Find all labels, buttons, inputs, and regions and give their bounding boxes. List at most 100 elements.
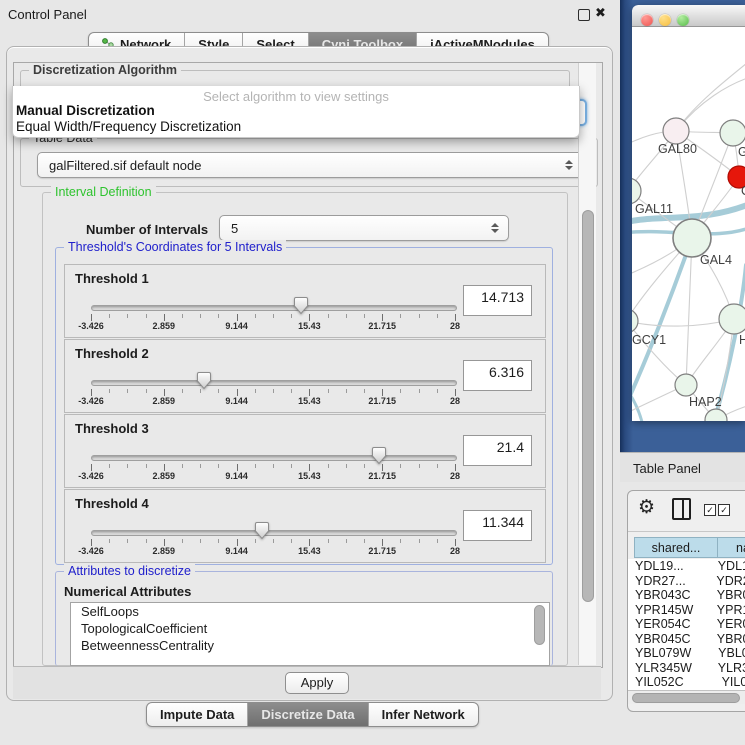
network-node-h[interactable] xyxy=(719,304,745,334)
attributes-list[interactable]: SelfLoopsTopologicalCoefficientBetweenne… xyxy=(70,602,550,666)
tick-mark xyxy=(164,389,165,396)
column-header-shared[interactable]: shared... xyxy=(634,537,718,558)
interval-group-title: Interval Definition xyxy=(51,185,156,199)
num-intervals-value: 5 xyxy=(220,221,490,236)
attribute-item-topologicalcoefficient[interactable]: TopologicalCoefficient xyxy=(71,620,549,637)
tick-mark xyxy=(164,314,165,321)
tick-mark xyxy=(291,464,292,468)
slider-thumb[interactable] xyxy=(371,446,387,465)
tick-label: -3.426 xyxy=(68,471,114,481)
threshold-value-field[interactable]: 11.344 xyxy=(463,510,532,541)
close-icon[interactable]: ✖ xyxy=(595,5,606,21)
tab-impute-data[interactable]: Impute Data xyxy=(147,703,248,726)
table-row[interactable]: YBR043CYBR0 xyxy=(628,588,745,603)
tick-mark xyxy=(437,464,438,468)
tick-mark xyxy=(382,464,383,471)
float-window-icon[interactable] xyxy=(578,9,590,21)
network-node-ga[interactable] xyxy=(720,120,745,146)
network-node-gal80[interactable] xyxy=(663,118,689,144)
tick-mark xyxy=(273,314,274,318)
slider-track[interactable] xyxy=(91,455,457,461)
cell-name: YDR2 xyxy=(712,574,745,589)
slider-track[interactable] xyxy=(91,530,457,536)
interval-groupbox: Interval Definition Number of Intervals … xyxy=(42,192,568,666)
apply-button[interactable]: Apply xyxy=(285,672,349,694)
checkbox-icon-1[interactable]: ✓ xyxy=(704,504,716,516)
network-node-gal4[interactable] xyxy=(673,219,711,257)
network-node-gcy1[interactable] xyxy=(632,309,638,333)
tick-mark xyxy=(291,539,292,543)
slider-thumb[interactable] xyxy=(196,371,212,390)
columns-icon[interactable] xyxy=(672,498,691,520)
attributes-scrollbar[interactable] xyxy=(534,605,545,645)
tick-mark xyxy=(364,539,365,543)
slider-thumb[interactable] xyxy=(254,521,270,540)
algorithm-option-manual-discretization[interactable]: Manual Discretization xyxy=(16,103,155,118)
tick-mark xyxy=(291,314,292,318)
table-data-combo[interactable]: galFiltered.sif default node xyxy=(37,152,583,178)
numerical-attributes-label: Numerical Attributes xyxy=(64,584,191,599)
mac-minimize-icon[interactable] xyxy=(659,14,671,26)
tick-mark xyxy=(200,314,201,318)
cell-name: YER0 xyxy=(713,617,745,632)
tick-mark xyxy=(182,389,183,393)
tick-mark xyxy=(455,314,456,321)
threshold-label: Threshold 2 xyxy=(75,346,149,361)
node-label-gal80: GAL80 xyxy=(658,142,697,156)
table-panel-strip: Table Panel xyxy=(620,452,745,482)
attribute-item-selfloops[interactable]: SelfLoops xyxy=(71,603,549,620)
column-header-name[interactable]: na xyxy=(717,537,745,558)
tick-mark xyxy=(109,314,110,318)
tick-label: 9.144 xyxy=(214,546,260,556)
mac-close-icon[interactable] xyxy=(641,14,653,26)
thresholds-groupbox: Threshold's Coordinates for 5 Intervals … xyxy=(55,247,553,565)
cell-shared-name: YLR345W xyxy=(628,661,714,676)
table-row[interactable]: YLR345WYLR3 xyxy=(628,661,745,676)
table-hscrollbar-thumb[interactable] xyxy=(632,693,740,703)
table-row[interactable]: YDL19...YDL1 xyxy=(628,559,745,574)
tick-label: 9.144 xyxy=(214,321,260,331)
tick-mark xyxy=(382,539,383,546)
algorithm-dropdown-popup: Select algorithm to view settingsManual … xyxy=(12,86,580,138)
cell-name: YBR0 xyxy=(713,588,745,603)
table-panel-title: Table Panel xyxy=(633,461,701,476)
network-canvas[interactable]: GAL80GACGAL11GAL4GCY1HHAP2 xyxy=(632,27,745,421)
num-intervals-spinner[interactable]: 5 xyxy=(219,215,509,241)
node-label-gal11: GAL11 xyxy=(635,202,673,216)
algorithm-option-equal-width-frequency-discretization[interactable]: Equal Width/Frequency Discretization xyxy=(16,119,241,134)
table-row[interactable]: YIL052CYIL0 xyxy=(628,675,745,690)
table-row[interactable]: YDR27...YDR2 xyxy=(628,574,745,589)
attribute-item-betweennesscentrality[interactable]: BetweennessCentrality xyxy=(71,637,549,654)
slider-track[interactable] xyxy=(91,305,457,311)
network-graph: GAL80GACGAL11GAL4GCY1HHAP2 xyxy=(632,27,745,421)
tick-mark xyxy=(218,539,219,543)
tick-mark xyxy=(237,539,238,546)
tab-label-infer-network: Infer Network xyxy=(382,707,465,722)
tick-label: 2.859 xyxy=(141,321,187,331)
threshold-value-field[interactable]: 14.713 xyxy=(463,285,532,316)
tick-mark xyxy=(400,389,401,393)
tab-infer-network[interactable]: Infer Network xyxy=(369,703,478,726)
algorithm-popup-placeholder: Select algorithm to view settings xyxy=(13,89,579,104)
checkbox-icon-2[interactable]: ✓ xyxy=(718,504,730,516)
tick-mark xyxy=(146,314,147,318)
table-row[interactable]: YBL079WYBL0 xyxy=(628,646,745,661)
table-row[interactable]: YPR145WYPR1 xyxy=(628,603,745,618)
main-scrollbar-track[interactable] xyxy=(578,63,596,665)
tab-discretize-data[interactable]: Discretize Data xyxy=(248,703,368,726)
slider-thumb[interactable] xyxy=(293,296,309,315)
tick-label: 9.144 xyxy=(214,471,260,481)
main-scrollbar-thumb[interactable] xyxy=(582,210,594,602)
table-row[interactable]: YER054CYER0 xyxy=(628,617,745,632)
tick-mark xyxy=(364,314,365,318)
network-window-titlebar xyxy=(632,5,745,27)
mac-zoom-icon[interactable] xyxy=(677,14,689,26)
network-node-hap2[interactable] xyxy=(675,374,697,396)
table-hscrollbar[interactable] xyxy=(628,690,745,704)
gear-icon[interactable]: ⚙ xyxy=(638,497,655,519)
table-row[interactable]: YBR045CYBR0 xyxy=(628,632,745,647)
threshold-value-field[interactable]: 6.316 xyxy=(463,360,532,391)
node-label-h: H xyxy=(739,333,745,347)
slider-track[interactable] xyxy=(91,380,457,386)
threshold-value-field[interactable]: 21.4 xyxy=(463,435,532,466)
